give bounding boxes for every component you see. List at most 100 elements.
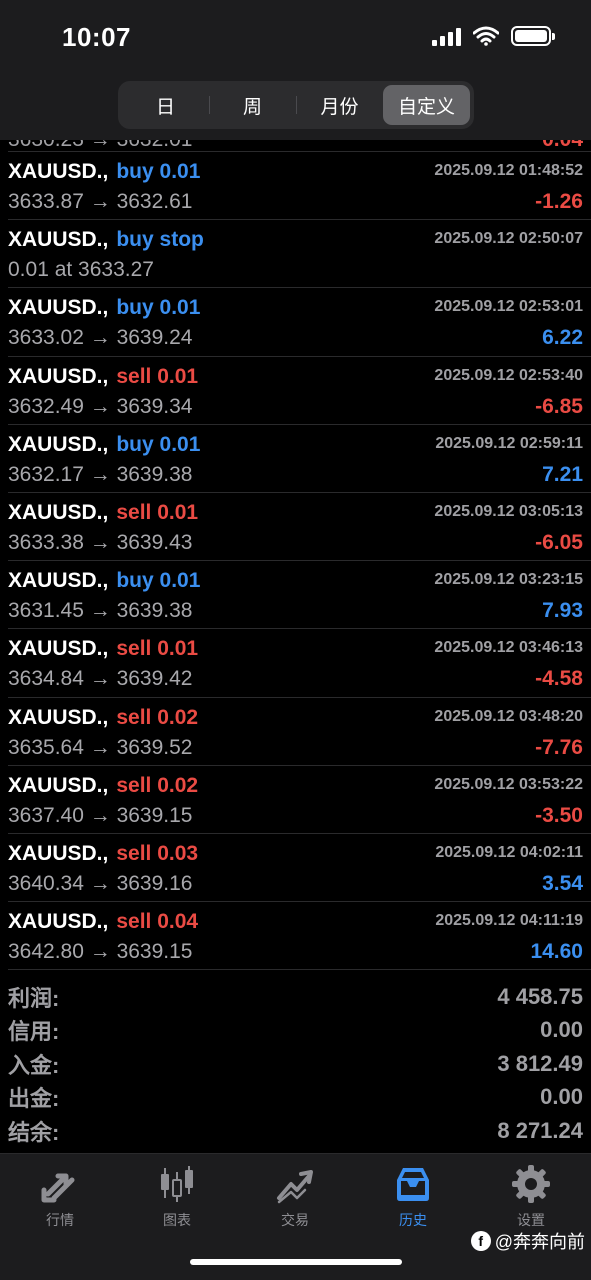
trade-time: 2025.09.12 03:53:22 [434,775,583,793]
settings-gear-icon [512,1165,550,1203]
trade-type: sell 0.03 [116,841,199,865]
candlestick-chart-icon [161,1166,193,1202]
summary-value: 3 812.49 [497,1050,583,1076]
summary-value: 8 271.24 [497,1117,583,1143]
segment-month[interactable]: 月份 [296,85,383,125]
trade-title: XAUUSD., buy 0.01 [8,569,200,593]
trade-time: 2025.09.12 04:11:19 [435,912,583,930]
tab-charts[interactable]: 图表 [127,1164,227,1230]
trade-row[interactable]: XAUUSD., sell 0.01 2025.09.12 02:53:40 3632… [8,357,591,425]
tab-label: 行情 [46,1212,74,1228]
trade-row[interactable]: XAUUSD., sell 0.01 2025.09.12 03:05:13 3633… [8,493,591,562]
trade-row[interactable]: XAUUSD., buy 0.01 2025.09.12 01:48:52 3633.… [8,152,591,221]
status-bar: 10:07 [0,0,591,80]
summary-label: 出金: [8,1086,60,1112]
trade-title: XAUUSD., sell 0.01 [8,637,198,661]
summary-credit: 信用: 0.00 [0,1014,591,1048]
trade-prices: 3630.23 → 3632.01 [8,140,193,151]
trade-row[interactable]: XAUUSD., buy 0.01 2025.09.12 02:59:11 3632.… [8,425,591,493]
trade-type: sell 0.01 [116,500,199,524]
segment-week[interactable]: 周 [209,85,296,125]
trade-type: buy 0.01 [116,432,201,456]
trade-profit: 7.93 [542,599,583,623]
trade-symbol: XAUUSD., [8,773,109,797]
trade-prices: 3632.17 → 3639.38 [8,462,193,486]
trade-type: sell 0.01 [116,637,199,661]
status-time: 10:07 [62,22,131,52]
trade-row[interactable]: XAUUSD., sell 0.01 2025.09.12 03:46:13 3634… [8,629,591,698]
trade-title: XAUUSD., sell 0.03 [8,842,198,866]
quotes-arrows-icon [41,1173,75,1203]
trade-time: 2025.09.12 02:50:07 [434,230,583,248]
trade-symbol: XAUUSD., [8,705,109,729]
trade-prices: 3634.84 → 3639.42 [8,667,193,691]
status-icons [432,26,555,46]
trade-row[interactable]: XAUUSD., buy 0.01 2025.09.12 03:23:15 3631.… [8,561,591,630]
trade-time: 2025.09.12 03:23:15 [434,571,583,589]
tab-label: 图表 [163,1212,191,1228]
trade-profit: -3.50 [535,803,583,827]
trade-row[interactable]: XAUUSD., buy 0.01 2025.09.12 02:53:01 3633.… [8,288,591,357]
trade-row[interactable]: XAUUSD., buy stop 2025.09.12 02:50:07 0.01 … [8,220,591,289]
trade-title: XAUUSD., buy 0.01 [8,160,200,184]
trade-title: XAUUSD., sell 0.01 [8,501,198,525]
trade-profit: 0.04 [542,140,583,151]
trade-row[interactable]: XAUUSD., sell 0.04 2025.09.12 04:11:19 3642… [8,902,591,971]
trade-title: XAUUSD., buy 0.01 [8,433,200,457]
period-segmented-control: 日 周 月份 自定义 [118,81,474,129]
header: 10:07 日 周 月份 自定义 [0,0,591,140]
trade-profit: 3.54 [542,871,583,895]
summary-deposit: 入金: 3 812.49 [0,1047,591,1081]
tab-label: 交易 [281,1212,309,1228]
trade-title: XAUUSD., sell 0.02 [8,706,198,730]
watermark-text: @奔奔向前 [494,1232,585,1252]
trade-title: XAUUSD., sell 0.01 [8,365,198,389]
trade-profit: -6.05 [535,530,583,554]
summary-label: 入金: [8,1052,60,1078]
trade-symbol: XAUUSD., [8,841,109,865]
trade-row[interactable]: XAUUSD., sell 0.02 2025.09.12 03:53:22 3637… [8,766,591,834]
trade-type: sell 0.04 [116,910,199,934]
trade-type: buy 0.01 [116,296,201,320]
trade-title: XAUUSD., buy stop [8,228,204,252]
trade-profit: -7.76 [535,735,583,759]
trade-time: 2025.09.12 02:59:11 [435,434,583,452]
trade-symbol: XAUUSD., [8,432,109,456]
summary-profit: 利润: 4 458.75 [0,980,591,1014]
trade-symbol: XAUUSD., [8,910,109,934]
trade-title: XAUUSD., sell 0.04 [8,910,198,934]
trade-symbol: XAUUSD., [8,364,109,388]
summary-value: 4 458.75 [497,983,583,1009]
trade-type: buy 0.01 [116,160,201,183]
trade-row[interactable]: XAUUSD., sell 0.03 2025.09.12 04:02:11 3640… [8,834,591,903]
trade-symbol: XAUUSD., [8,637,109,661]
segment-custom[interactable]: 自定义 [383,85,470,125]
trade-profit: 6.22 [542,326,583,350]
trade-symbol: XAUUSD., [8,296,109,320]
battery-icon [511,26,555,46]
trade-prices: 3633.38 → 3639.43 [8,530,193,554]
trade-row[interactable]: XAUUSD., sell 0.02 2025.09.12 03:48:20 3635… [8,698,591,766]
trade-type: buy 0.01 [116,569,201,593]
trade-profit: -6.85 [535,394,583,418]
trade-trend-icon [277,1170,313,1204]
trade-symbol: XAUUSD., [8,160,109,183]
account-summary: 利润: 4 458.75 信用: 0.00 入金: 3 812.49 出金: 0… [0,980,591,1148]
trade-prices: 3632.49 → 3639.34 [8,394,193,418]
tab-quotes[interactable]: 行情 [10,1164,110,1230]
trade-time: 2025.09.12 03:46:13 [434,639,583,657]
trade-prices: 3631.45 → 3639.38 [8,599,193,623]
segment-day[interactable]: 日 [122,85,209,125]
home-indicator [190,1259,402,1265]
trade-symbol: XAUUSD., [8,500,109,524]
history-inbox-icon [397,1168,429,1201]
tab-settings[interactable]: 设置 [481,1164,581,1230]
trade-time: 2025.09.12 03:05:13 [434,502,583,520]
partial-trade-row[interactable]: 3630.23 → 3632.01 0.04 [8,140,591,152]
summary-withdrawal: 出金: 0.00 [0,1081,591,1115]
tab-history[interactable]: 历史 [363,1164,463,1230]
summary-value: 0.00 [540,1084,583,1110]
trade-prices: 3642.80 → 3639.15 [8,940,193,964]
tab-trade[interactable]: 交易 [245,1164,345,1230]
trade-prices: 3640.34 → 3639.16 [8,871,193,895]
